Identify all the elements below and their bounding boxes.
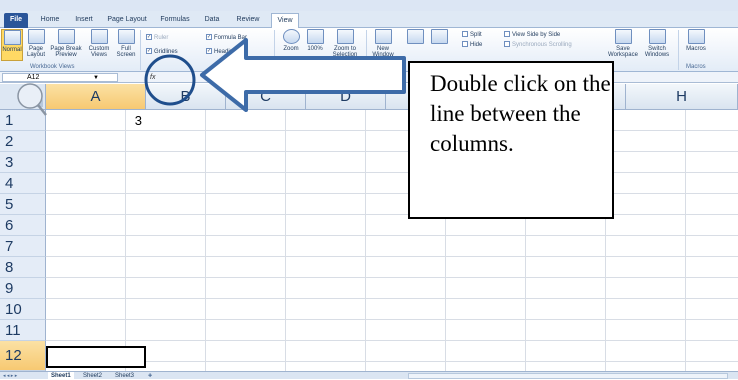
- freeze-panes-button[interactable]: [428, 29, 450, 51]
- zoom-to-selection-button[interactable]: Zoom to Selection: [328, 29, 362, 61]
- tab-view[interactable]: View: [271, 13, 299, 29]
- zoom-button[interactable]: Zoom: [280, 29, 302, 61]
- select-all-corner[interactable]: [0, 84, 46, 110]
- ribbon-separator: [140, 30, 141, 70]
- macros-button[interactable]: Macros: [683, 29, 709, 61]
- function-icon[interactable]: fx: [150, 72, 155, 83]
- switch-windows-icon: [648, 29, 666, 44]
- chevron-down-icon[interactable]: ▼: [93, 74, 99, 82]
- row-header-10[interactable]: 10: [0, 299, 46, 320]
- instruction-callout: Double click on the line between the col…: [408, 61, 614, 219]
- checkbox-icon: ✓: [146, 34, 152, 41]
- title-bar: [0, 0, 738, 11]
- group-workbook-views: Workbook Views: [30, 64, 75, 70]
- save-workspace-button[interactable]: Save Workspace: [608, 29, 638, 61]
- sync-scroll-icon: [504, 41, 510, 48]
- normal-view-icon: [3, 30, 21, 45]
- row-header-11[interactable]: 11: [0, 320, 46, 341]
- synchronous-scrolling-button[interactable]: Synchronous Scrolling: [504, 41, 572, 49]
- row-header-9[interactable]: 9: [0, 278, 46, 299]
- zoom-100-button[interactable]: 100%: [304, 29, 326, 61]
- row-header-6[interactable]: 6: [0, 215, 46, 236]
- full-screen-button[interactable]: Full Screen: [114, 29, 138, 61]
- tab-data[interactable]: Data: [199, 13, 225, 28]
- custom-views-icon: [90, 29, 108, 44]
- column-header-a[interactable]: A: [46, 84, 146, 110]
- checkbox-icon: ✓: [146, 48, 152, 55]
- ribbon-separator: [678, 30, 679, 70]
- arrange-all-button[interactable]: [406, 29, 424, 51]
- hide-icon: [462, 41, 468, 48]
- horizontal-scrollbar[interactable]: [408, 373, 728, 379]
- save-workspace-icon: [614, 29, 632, 44]
- freeze-panes-icon: [430, 29, 448, 44]
- switch-windows-button[interactable]: Switch Windows: [640, 29, 674, 61]
- row-header-7[interactable]: 7: [0, 236, 46, 257]
- row-header-2[interactable]: 2: [0, 131, 46, 152]
- zoom-100-icon: [306, 29, 324, 44]
- tab-insert[interactable]: Insert: [69, 13, 99, 28]
- new-window-button[interactable]: New Window: [370, 29, 396, 61]
- callout-text: Double click on the line between the col…: [430, 71, 611, 156]
- normal-view-button[interactable]: Normal: [1, 29, 23, 61]
- full-screen-icon: [117, 29, 135, 44]
- arrange-icon: [406, 29, 424, 44]
- tab-page-layout[interactable]: Page Layout: [104, 13, 150, 28]
- formula-bar-checkbox[interactable]: ✓ Formula Bar: [206, 34, 247, 42]
- formula-bar: A12 ▼ fx: [0, 72, 738, 83]
- cell-a1[interactable]: 3: [46, 110, 142, 131]
- row-header-1[interactable]: 1: [0, 110, 46, 131]
- selected-cell-a12[interactable]: [46, 346, 146, 368]
- row-header-4[interactable]: 4: [0, 173, 46, 194]
- magnifier-icon: [282, 29, 300, 44]
- page-break-preview-button[interactable]: Page Break Preview: [50, 29, 82, 61]
- select-all-icon: [35, 99, 43, 107]
- row-header-8[interactable]: 8: [0, 257, 46, 278]
- page-layout-icon: [27, 29, 45, 44]
- split-button[interactable]: Split: [462, 31, 482, 39]
- new-window-icon: [374, 29, 392, 44]
- split-icon: [462, 31, 468, 38]
- view-side-by-side-button[interactable]: View Side by Side: [504, 31, 560, 39]
- ribbon: Normal Page Layout Page Break Preview Cu…: [0, 28, 738, 72]
- checkbox-icon: ✓: [206, 34, 212, 41]
- column-header-d[interactable]: D: [306, 84, 386, 110]
- tab-review[interactable]: Review: [230, 13, 266, 28]
- hide-button[interactable]: Hide: [462, 41, 482, 49]
- sheet-tab-bar: ◂ ◂ ▸ ▸ Sheet1 Sheet2 Sheet3 ✚: [0, 371, 738, 380]
- zoom-selection-icon: [336, 29, 354, 44]
- tab-home[interactable]: Home: [35, 13, 65, 28]
- group-macros: Macros: [686, 64, 706, 70]
- checkbox-icon: ✓: [206, 48, 212, 55]
- side-by-side-icon: [504, 31, 510, 38]
- column-header-c[interactable]: C: [226, 84, 306, 110]
- row-header-12[interactable]: 12: [0, 341, 46, 371]
- headings-checkbox[interactable]: ✓ Headings: [206, 48, 239, 56]
- tab-formulas[interactable]: Formulas: [155, 13, 195, 28]
- column-header-b[interactable]: B: [146, 84, 226, 110]
- ribbon-separator: [274, 30, 275, 70]
- macros-icon: [687, 29, 705, 44]
- row-header-3[interactable]: 3: [0, 152, 46, 173]
- gridlines-checkbox[interactable]: ✓ Gridlines: [146, 48, 178, 56]
- page-break-icon: [57, 29, 75, 44]
- page-layout-view-button[interactable]: Page Layout: [25, 29, 47, 61]
- custom-views-button[interactable]: Custom Views: [86, 29, 112, 61]
- row-header-5[interactable]: 5: [0, 194, 46, 215]
- cell-grid[interactable]: [46, 110, 738, 372]
- tab-file[interactable]: File: [4, 13, 28, 28]
- column-header-h[interactable]: H: [626, 84, 738, 110]
- name-box[interactable]: A12 ▼: [2, 73, 118, 82]
- ribbon-separator: [366, 30, 367, 70]
- ruler-checkbox[interactable]: ✓ Ruler: [146, 34, 168, 42]
- ribbon-tabs: File Home Insert Page Layout Formulas Da…: [0, 11, 738, 29]
